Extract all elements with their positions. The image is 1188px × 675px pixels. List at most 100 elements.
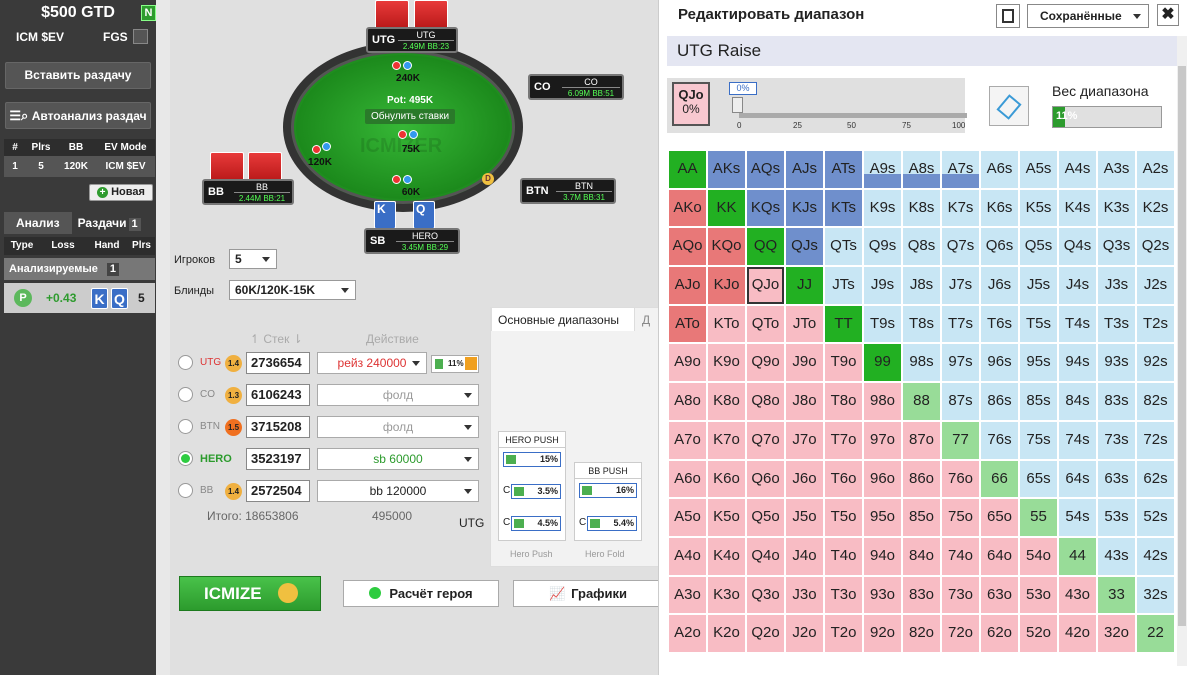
list-item[interactable]: P +0.43 K Q 5: [4, 283, 155, 313]
hand-cell-k7o[interactable]: K7o: [707, 420, 746, 460]
hand-cell-33[interactable]: 33: [1097, 575, 1136, 615]
hand-cell-qq[interactable]: QQ: [746, 227, 785, 267]
hero-push-call2-input[interactable]: 4.5%: [511, 516, 561, 531]
hero-radio[interactable]: [178, 483, 193, 498]
hero-calc-button[interactable]: Расчёт героя: [343, 580, 499, 607]
tab-hands[interactable]: Раздачи 1: [72, 212, 147, 234]
hand-cell-95o[interactable]: 95o: [863, 498, 902, 537]
scrollbar-thumb[interactable]: [1178, 66, 1186, 626]
weight-slider-thumb[interactable]: [732, 97, 743, 113]
hand-cell-73o[interactable]: 73o: [941, 575, 980, 615]
action-select[interactable]: рейз 240000: [317, 352, 427, 374]
hand-cell-92s[interactable]: 92s: [1136, 343, 1175, 383]
hand-cell-qts[interactable]: QTs: [824, 227, 863, 267]
hand-cell-22[interactable]: 22: [1136, 614, 1175, 653]
hand-cell-q3o[interactable]: Q3o: [746, 575, 785, 615]
hand-cell-k3o[interactable]: K3o: [707, 575, 746, 615]
new-hand-button[interactable]: + Новая: [89, 184, 153, 201]
hand-cell-a3o[interactable]: A3o: [668, 575, 707, 615]
hand-cell-a2s[interactable]: A2s: [1136, 150, 1175, 189]
hand-cell-t7s[interactable]: T7s: [941, 304, 980, 344]
hand-cell-a6s[interactable]: A6s: [980, 150, 1019, 189]
hand-cell-87s[interactable]: 87s: [941, 382, 980, 421]
hand-cell-t3o[interactable]: T3o: [824, 575, 863, 615]
hand-cell-85o[interactable]: 85o: [902, 498, 941, 537]
hand-cell-k9o[interactable]: K9o: [707, 343, 746, 383]
hand-cell-k5s[interactable]: K5s: [1019, 188, 1058, 228]
stack-column-header[interactable]: ↿ Стек ⇂: [250, 332, 303, 346]
hand-cell-52s[interactable]: 52s: [1136, 498, 1175, 537]
hand-cell-j4s[interactable]: J4s: [1058, 266, 1097, 305]
hand-cell-66[interactable]: 66: [980, 459, 1019, 499]
hand-cell-k6o[interactable]: K6o: [707, 459, 746, 499]
hero-radio[interactable]: [178, 355, 193, 370]
stack-input[interactable]: 2736654: [246, 352, 310, 374]
hand-cell-97s[interactable]: 97s: [941, 343, 980, 383]
hand-cell-93o[interactable]: 93o: [863, 575, 902, 615]
hand-cell-ako[interactable]: AKo: [668, 188, 707, 228]
hand-cell-87o[interactable]: 87o: [902, 420, 941, 460]
hand-cell-53s[interactable]: 53s: [1097, 498, 1136, 537]
hand-cell-q7o[interactable]: Q7o: [746, 420, 785, 460]
stack-input[interactable]: 3523197: [246, 448, 310, 470]
hand-cell-kk[interactable]: KK: [707, 188, 746, 228]
n-badge[interactable]: N: [141, 5, 156, 21]
scrollbar[interactable]: [1177, 36, 1187, 666]
hand-cell-kjo[interactable]: KJo: [707, 266, 746, 305]
hand-cell-86s[interactable]: 86s: [980, 382, 1019, 421]
seat-bb[interactable]: BB BB 2.44M BB:21: [202, 179, 294, 205]
hand-cell-t6o[interactable]: T6o: [824, 459, 863, 499]
hand-cell-73s[interactable]: 73s: [1097, 420, 1136, 460]
hero-radio[interactable]: [178, 387, 193, 402]
hand-cell-a8s[interactable]: A8s: [902, 150, 941, 189]
hand-cell-a9o[interactable]: A9o: [668, 343, 707, 383]
hand-cell-99[interactable]: 99: [863, 343, 902, 383]
hand-cell-kto[interactable]: KTo: [707, 304, 746, 344]
seat-hero[interactable]: SB HERO 3.45M BB:29: [364, 228, 460, 254]
hand-cell-75o[interactable]: 75o: [941, 498, 980, 537]
hand-cell-74s[interactable]: 74s: [1058, 420, 1097, 460]
save-button[interactable]: [996, 4, 1020, 28]
seat-co[interactable]: CO CO 6.09M BB:51: [528, 74, 624, 100]
hand-cell-74o[interactable]: 74o: [941, 536, 980, 576]
hand-cell-aqo[interactable]: AQo: [668, 227, 707, 267]
hand-cell-j8o[interactable]: J8o: [785, 382, 824, 421]
hand-cell-83s[interactable]: 83s: [1097, 382, 1136, 421]
hand-cell-64s[interactable]: 64s: [1058, 459, 1097, 499]
hand-cell-j3s[interactable]: J3s: [1097, 266, 1136, 305]
hand-cell-44[interactable]: 44: [1058, 536, 1097, 576]
hand-cell-96o[interactable]: 96o: [863, 459, 902, 499]
stack-input[interactable]: 6106243: [246, 384, 310, 406]
hand-cell-ato[interactable]: ATo: [668, 304, 707, 344]
hand-cell-62s[interactable]: 62s: [1136, 459, 1175, 499]
hand-cell-t2o[interactable]: T2o: [824, 614, 863, 653]
hand-cell-a6o[interactable]: A6o: [668, 459, 707, 499]
hand-cell-54o[interactable]: 54o: [1019, 536, 1058, 576]
hand-cell-a5s[interactable]: A5s: [1019, 150, 1058, 189]
close-button[interactable]: ✖: [1157, 4, 1179, 26]
hand-cell-77[interactable]: 77: [941, 420, 980, 460]
hand-cell-63s[interactable]: 63s: [1097, 459, 1136, 499]
seat-utg[interactable]: UTG UTG 2.49M BB:23: [366, 27, 458, 53]
hand-cell-t9s[interactable]: T9s: [863, 304, 902, 344]
hand-cell-kqs[interactable]: KQs: [746, 188, 785, 228]
hand-cell-ajo[interactable]: AJo: [668, 266, 707, 305]
hand-cell-t5s[interactable]: T5s: [1019, 304, 1058, 344]
hand-cell-a7s[interactable]: A7s: [941, 150, 980, 189]
hand-cell-a9s[interactable]: A9s: [863, 150, 902, 189]
hand-cell-65s[interactable]: 65s: [1019, 459, 1058, 499]
hand-cell-j6s[interactable]: J6s: [980, 266, 1019, 305]
hand-cell-t4o[interactable]: T4o: [824, 536, 863, 576]
hand-cell-aks[interactable]: AKs: [707, 150, 746, 189]
hand-cell-75s[interactable]: 75s: [1019, 420, 1058, 460]
seat-btn[interactable]: BTN BTN 3.7M BB:31: [520, 178, 616, 204]
hand-cell-j7s[interactable]: J7s: [941, 266, 980, 305]
hand-cell-97o[interactable]: 97o: [863, 420, 902, 460]
hand-cell-q9s[interactable]: Q9s: [863, 227, 902, 267]
hand-cell-96s[interactable]: 96s: [980, 343, 1019, 383]
hand-cell-a8o[interactable]: A8o: [668, 382, 707, 421]
hand-cell-t5o[interactable]: T5o: [824, 498, 863, 537]
hand-cell-j5s[interactable]: J5s: [1019, 266, 1058, 305]
saved-ranges-select[interactable]: Сохранённые: [1027, 4, 1149, 28]
tab-analysis[interactable]: Анализ: [4, 212, 72, 234]
